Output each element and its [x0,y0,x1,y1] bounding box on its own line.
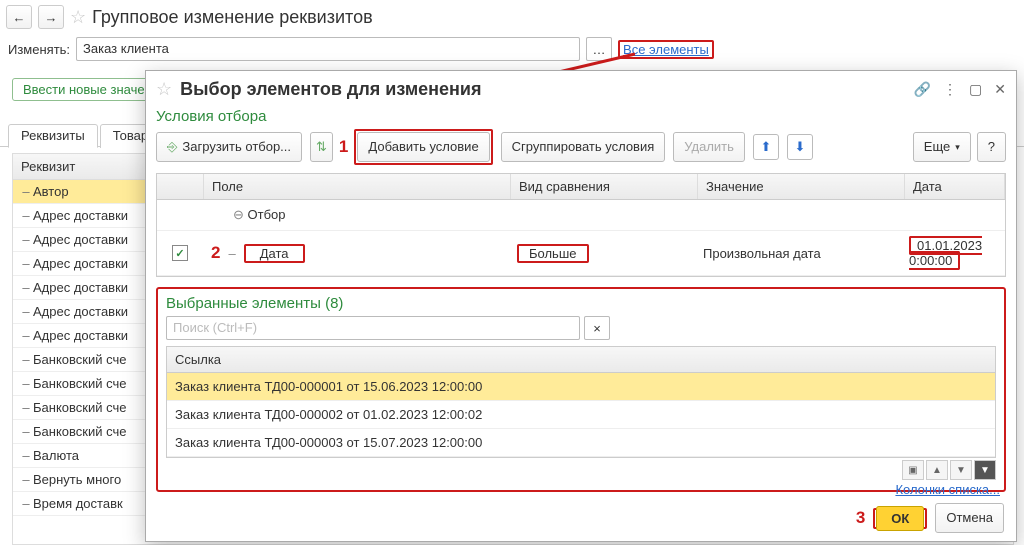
requisite-label: Вернуть много [33,472,121,487]
enter-new-values-button[interactable]: Ввести новые значе [12,78,156,101]
tree-toggle-button[interactable]: ⇅ [310,132,333,162]
requisite-label: Адрес доставки [33,304,128,319]
selection-dialog: ☆ Выбор элементов для изменения 🔗 ⋮ ▢ ✕ … [145,70,1017,542]
ok-button[interactable]: ОК [876,506,924,531]
requisite-label: Автор [33,184,69,199]
col-val: Значение [698,174,905,199]
list-nav-down[interactable]: ▼ [950,460,972,480]
link-icon[interactable]: 🔗 [914,81,931,98]
clear-search-button[interactable]: × [584,316,610,340]
dialog-title: Выбор элементов для изменения [180,79,481,100]
selected-element-row[interactable]: Заказ клиента ТД00-000003 от 15.07.2023 … [167,429,995,457]
group-conditions-button[interactable]: Сгруппировать условия [501,132,666,162]
nav-fwd-button[interactable]: → [38,5,64,29]
search-input[interactable]: Поиск (Ctrl+F) [166,316,580,340]
conditions-section-title: Условия отбора [146,108,1016,125]
annotation-1: 1 [339,137,348,157]
condition-checkbox[interactable]: ✓ [172,245,188,261]
load-filter-button[interactable]: ⎆Загрузить отбор... [156,132,302,162]
conditions-table: Поле Вид сравнения Значение Дата ⊖ Отбор… [156,173,1006,277]
cancel-button[interactable]: Отмена [935,503,1004,533]
cond-date-value: 01.01.2023 0:00:00 [909,238,982,268]
col-date: Дата [905,174,1005,199]
requisite-label: Адрес доставки [33,280,128,295]
tab-requisites[interactable]: Реквизиты [8,124,98,148]
list-nav-last[interactable]: ▼ [974,460,996,480]
selected-title: Выбранные элементы (8) [166,295,996,312]
selected-element-row[interactable]: Заказ клиента ТД00-000002 от 01.02.2023 … [167,401,995,429]
selected-element-row[interactable]: Заказ клиента ТД00-000001 от 15.06.2023 … [167,373,995,401]
cond-field-value: Дата [260,246,289,261]
favorite-icon[interactable]: ☆ [70,7,86,28]
requisite-label: Адрес доставки [33,328,128,343]
kebab-icon[interactable]: ⋮ [943,81,957,98]
col-cmp: Вид сравнения [511,174,698,199]
cond-cmp-value: Больше [529,246,577,261]
requisite-label: Банковский сче [33,400,126,415]
col-field: Поле [204,174,511,199]
nav-back-button[interactable]: ← [6,5,32,29]
close-icon[interactable]: ✕ [994,81,1006,98]
requisite-label: Адрес доставки [33,208,128,223]
delete-condition-button[interactable]: Удалить [673,132,745,162]
more-button[interactable]: Еще ▾ [913,132,971,162]
link-column-header: Ссылка [167,347,995,373]
columns-link[interactable]: Колонки списка... [895,482,1000,497]
requisite-label: Время доставк [33,496,123,511]
selected-elements-section: Выбранные элементы (8) Поиск (Ctrl+F) × … [156,287,1006,492]
page-title: Групповое изменение реквизитов [92,7,373,28]
add-condition-button[interactable]: Добавить условие [357,132,489,162]
cond-val-value: Произвольная дата [703,246,821,261]
requisite-label: Банковский сче [33,352,126,367]
change-type-picker[interactable]: … [586,37,612,61]
list-nav-first[interactable]: ▣ [902,460,924,480]
help-button[interactable]: ? [977,132,1006,162]
requisite-label: Валюта [33,448,79,463]
annotation-3: 3 [856,508,865,528]
all-elements-link[interactable]: Все элементы [623,42,709,57]
requisite-label: Адрес доставки [33,256,128,271]
change-type-field[interactable]: Заказ клиента [76,37,580,61]
change-label: Изменять: [8,42,70,57]
maximize-icon[interactable]: ▢ [969,81,982,98]
move-up-button[interactable]: ⬆ [753,134,779,160]
requisite-label: Адрес доставки [33,232,128,247]
move-down-button[interactable]: ⬇ [787,134,813,160]
condition-row[interactable]: ✓ 2 – Дата Больше Произвольная дата 01.0… [157,231,1005,276]
dialog-favorite-icon[interactable]: ☆ [156,79,172,100]
annotation-2: 2 [211,243,220,263]
requisite-label: Банковский сче [33,424,126,439]
filter-root-label: Отбор [248,207,286,222]
requisite-label: Банковский сче [33,376,126,391]
list-nav-up[interactable]: ▲ [926,460,948,480]
